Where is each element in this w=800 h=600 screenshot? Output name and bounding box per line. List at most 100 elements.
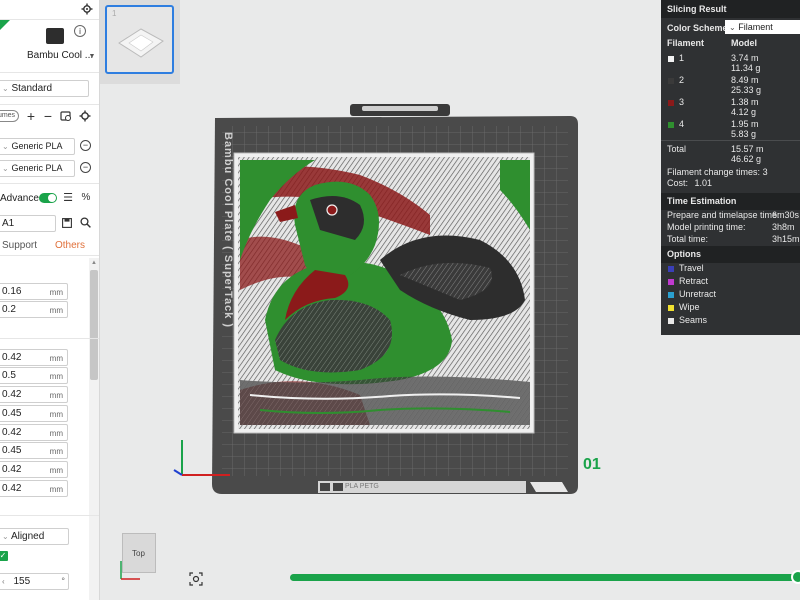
- option-wipe[interactable]: Wipe: [661, 302, 800, 314]
- layer-progress-handle[interactable]: [791, 570, 800, 584]
- total-time-label: Total time:: [667, 234, 709, 244]
- model-column-header: Model: [731, 38, 757, 48]
- filament-row: 4 1.95 m 5.83 g: [661, 118, 800, 140]
- filament-4-swatch: [668, 122, 674, 128]
- line-width-outer-wall-value: 0.42: [2, 389, 22, 400]
- view-navigation-cube[interactable]: Top: [118, 533, 158, 581]
- cost-label: Cost:: [667, 178, 689, 188]
- printer-name[interactable]: Bambu Cool ...: [27, 50, 93, 61]
- angle-field[interactable]: ‹ 155 °: [0, 573, 69, 590]
- plate-type-label: Bambu Cool Plate ( SuperTack ): [222, 132, 234, 329]
- plate-preset-value: Standard: [11, 83, 53, 94]
- filament-4-weight: 5.83 g: [731, 129, 757, 139]
- left-settings-panel: i Bambu Cool ... ▼ ⌄ Standard umes + − ⌄…: [0, 0, 100, 600]
- line-width-sparse-infill-field[interactable]: 0.45 mm: [0, 442, 68, 459]
- time-estimation-title: Time Estimation: [661, 193, 800, 210]
- line-width-top-surface-field[interactable]: 0.42 mm: [0, 424, 68, 441]
- option-unretract[interactable]: Unretract: [661, 289, 800, 301]
- initial-layer-height-field[interactable]: 0.2 mm: [0, 301, 68, 318]
- filament-sync-icon[interactable]: [60, 110, 72, 122]
- color-scheme-label: Color Scheme: [667, 23, 728, 33]
- filament-2-select[interactable]: ⌄ Generic PLA: [0, 160, 75, 177]
- line-width-outer-wall-field[interactable]: 0.42 mm: [0, 386, 68, 403]
- remove-icon[interactable]: −: [42, 108, 54, 124]
- filament-2-swatch: [668, 78, 674, 84]
- travel-swatch: [668, 266, 674, 272]
- filament-row: 3 1.38 m 4.12 g: [661, 96, 800, 118]
- seams-label: Seams: [679, 315, 708, 325]
- nav-cube-axis-icon: [120, 561, 140, 580]
- list-icon[interactable]: ☰: [62, 191, 74, 204]
- line-width-support-field[interactable]: 0.42 mm: [0, 480, 68, 497]
- line-width-inner-wall-field[interactable]: 0.45 mm: [0, 405, 68, 422]
- line-width-initial-unit: mm: [49, 372, 63, 381]
- volumes-pill[interactable]: umes: [0, 110, 19, 122]
- filament-2-weight: 25.33 g: [731, 85, 762, 95]
- save-profile-icon[interactable]: [61, 217, 72, 228]
- line-width-top-surface-value: 0.42: [2, 427, 22, 438]
- angle-value: 155: [13, 576, 31, 587]
- settings-scrollbar[interactable]: ▲: [89, 258, 99, 600]
- total-time-value: 3h15m: [772, 234, 800, 244]
- plate-bottom-tag: PLA PETG: [345, 483, 379, 490]
- color-scheme-value: Filament: [738, 22, 773, 32]
- advanced-toggle-knob: [48, 194, 56, 202]
- tab-others[interactable]: Others: [55, 240, 85, 251]
- color-scheme-select[interactable]: ⌄ Filament: [725, 20, 800, 34]
- filament-settings-gear-icon[interactable]: [79, 110, 91, 122]
- retract-label: Retract: [679, 276, 709, 286]
- model-time-value: 3h8m: [772, 222, 795, 232]
- filament-1-select[interactable]: ⌄ Generic PLA: [0, 138, 75, 155]
- filament-change-times: Filament change times: 3: [667, 167, 768, 177]
- profile-name-field[interactable]: A1: [0, 215, 56, 232]
- wipe-label: Wipe: [679, 302, 700, 312]
- filament-1-weight: 11.34 g: [731, 63, 761, 73]
- option-seams[interactable]: Seams: [661, 315, 800, 327]
- seam-checkbox[interactable]: ✓: [0, 551, 8, 561]
- filament-1-value: Generic PLA: [11, 141, 63, 151]
- filament-2-length: 8.49 m: [731, 75, 759, 85]
- zoom-fit-icon[interactable]: [188, 571, 204, 587]
- seam-position-select[interactable]: ⌄ Aligned: [0, 528, 69, 545]
- slicing-result-title: Slicing Result: [661, 0, 800, 18]
- filament-2-remove-icon[interactable]: −: [80, 162, 91, 173]
- layer-height-value: 0.16: [2, 286, 22, 297]
- filament-1-remove-icon[interactable]: −: [80, 140, 91, 151]
- line-width-top-surface-unit: mm: [49, 429, 63, 438]
- volumes-pill-label: umes: [0, 112, 16, 119]
- line-width-outer-wall-unit: mm: [49, 391, 63, 400]
- plate-number-label: 01: [583, 456, 601, 473]
- line-width-support-value: 0.42: [2, 483, 22, 494]
- percent-compare-icon[interactable]: %: [80, 191, 92, 203]
- settings-gear-icon[interactable]: [80, 2, 94, 16]
- chevron-down-icon: ⌄: [2, 532, 9, 541]
- layer-progress-fill: [290, 574, 796, 581]
- advanced-toggle[interactable]: [39, 193, 57, 203]
- profile-name-value: A1: [2, 218, 15, 229]
- filament-2-id: 2: [679, 75, 685, 85]
- plate-preset-select[interactable]: ⌄ Standard: [0, 80, 89, 97]
- layer-height-unit: mm: [49, 288, 63, 297]
- line-width-default-field[interactable]: 0.42 mm: [0, 349, 68, 366]
- filament-change-times-value: 3: [762, 167, 768, 177]
- search-icon[interactable]: [79, 216, 91, 228]
- layer-progress-track[interactable]: [290, 574, 796, 581]
- line-width-internal-solid-field[interactable]: 0.42 mm: [0, 461, 68, 478]
- printer-dropdown-icon[interactable]: ▼: [88, 52, 96, 60]
- filament-3-id: 3: [679, 97, 685, 107]
- total-weight: 46.62 g: [731, 154, 762, 164]
- line-width-initial-field[interactable]: 0.5 mm: [0, 367, 68, 384]
- scroll-up-arrow-icon[interactable]: ▲: [89, 258, 99, 268]
- scrollbar-thumb[interactable]: [90, 270, 98, 380]
- chevron-down-icon: ⌄: [2, 164, 9, 173]
- printer-info-icon[interactable]: i: [74, 25, 86, 37]
- option-retract[interactable]: Retract: [661, 276, 800, 288]
- layer-height-field[interactable]: 0.16 mm: [0, 283, 68, 300]
- tab-support[interactable]: Support: [2, 240, 37, 251]
- seam-position-value: Aligned: [10, 531, 45, 542]
- chevron-down-icon: ⌄: [729, 23, 736, 32]
- filament-3-swatch: [668, 100, 674, 106]
- filament-3-weight: 4.12 g: [731, 107, 757, 117]
- add-icon[interactable]: +: [25, 108, 37, 124]
- option-travel[interactable]: Travel: [661, 263, 800, 275]
